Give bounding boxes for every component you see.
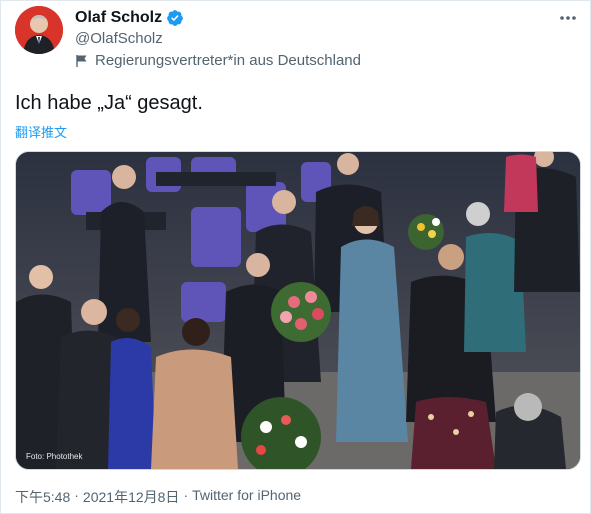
tweet-text: Ich habe „Ja“ gesagt.: [15, 92, 203, 114]
flag-icon: [76, 54, 87, 67]
avatar[interactable]: [15, 6, 63, 54]
avatar-image: [15, 6, 63, 54]
more-dots-icon[interactable]: [558, 8, 578, 28]
tweet-card: Olaf Scholz @OlafScholz Regierungsvertre…: [0, 0, 591, 514]
tweet-time[interactable]: 下午5:48: [15, 487, 70, 507]
display-name[interactable]: Olaf Scholz: [75, 9, 162, 27]
photo-image: [16, 152, 580, 469]
government-label-text: Regierungsvertreter*in aus Deutschland: [95, 52, 361, 69]
tweet-footer: 下午5:48 · 2021年12月8日 · Twitter for iPhone: [15, 487, 301, 507]
footer-separator-2: ·: [183, 487, 189, 503]
footer-separator: ·: [74, 487, 79, 503]
tweet-date[interactable]: 2021年12月8日: [83, 487, 180, 507]
verified-badge-icon: [167, 10, 183, 26]
tweet-header: Olaf Scholz @OlafScholz Regierungsvertre…: [15, 6, 578, 70]
translate-tweet-link[interactable]: 翻译推文: [15, 122, 67, 141]
photo-credit: Foto: Photothek: [26, 452, 83, 461]
name-row: Olaf Scholz: [75, 9, 184, 27]
government-label: Regierungsvertreter*in aus Deutschland: [75, 52, 361, 69]
tweet-photo[interactable]: Foto: Photothek: [15, 151, 581, 470]
handle[interactable]: @OlafScholz: [75, 30, 163, 47]
tweet-source[interactable]: Twitter for iPhone: [192, 487, 301, 507]
